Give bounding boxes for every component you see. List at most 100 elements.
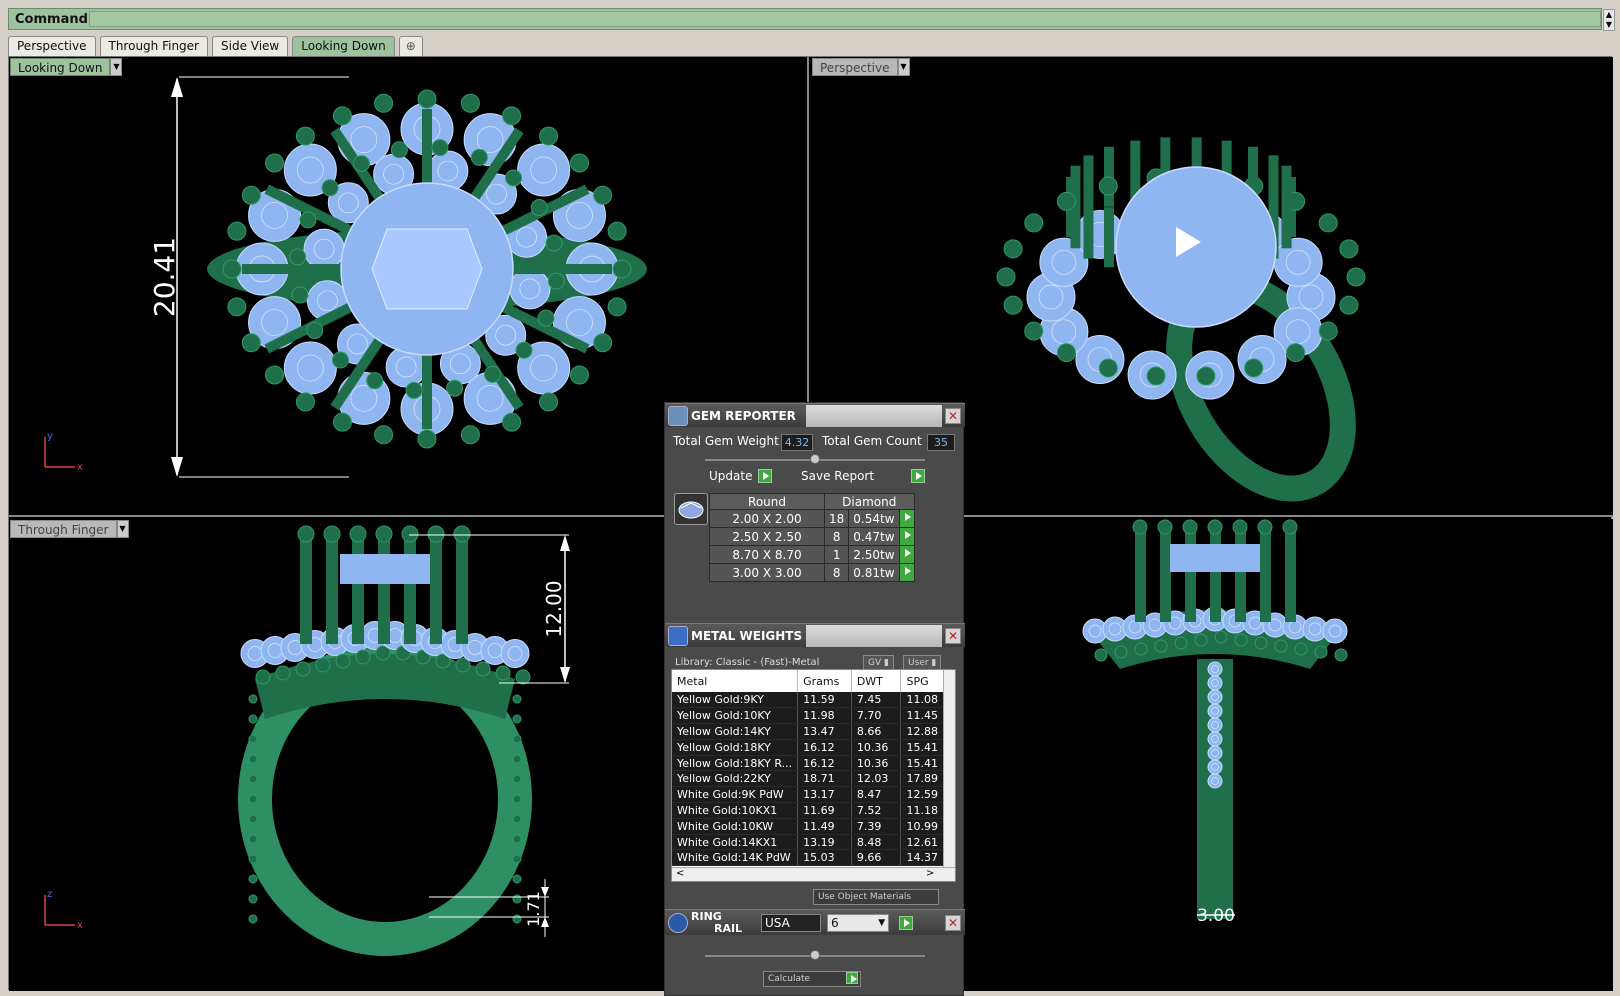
gem-size-cell: 2.00 X 2.00: [709, 509, 825, 528]
metal-row[interactable]: White Gold:10KW 11.49 7.39 10.99: [672, 818, 944, 835]
total-count-value: 35: [927, 434, 955, 451]
plus-icon[interactable]: ⊕: [398, 36, 423, 56]
metal-column-header[interactable]: Metal: [672, 670, 799, 692]
tab-perspective[interactable]: Perspective: [8, 36, 96, 56]
save-report-button[interactable]: Save Report: [801, 469, 925, 483]
ring-perspective-view: [996, 137, 1366, 502]
ring-size-select[interactable]: 6 ▼: [827, 913, 889, 932]
metal-cell: 7.70: [851, 707, 902, 725]
viewport-label-perspective[interactable]: Perspective ▼: [812, 58, 910, 76]
play-icon[interactable]: [898, 509, 915, 528]
gem-count-cell: 18: [823, 509, 850, 528]
slider-knob[interactable]: [810, 950, 820, 960]
ring-standard-field[interactable]: USA: [761, 913, 821, 932]
gem-weight-cell: 2.50tw: [848, 545, 900, 564]
library-label: Library: Classic - (Fast)-Metal: [675, 657, 820, 668]
chevron-down-icon[interactable]: ▼: [897, 58, 910, 76]
metal-cell: 12.03: [851, 770, 902, 788]
gem-count-cell: 8: [823, 527, 850, 546]
gem-row[interactable]: 8.70 X 8.70 1 2.50tw: [709, 545, 915, 564]
tab-looking-down[interactable]: Looking Down: [292, 36, 395, 56]
metal-cell: 7.52: [851, 802, 902, 819]
metal-weights-header[interactable]: METAL WEIGHTS ✕: [665, 623, 965, 647]
metal-row[interactable]: White Gold:14KX1 13.19 8.48 12.61: [672, 834, 944, 851]
metal-cell: 13.17: [797, 786, 852, 804]
metal-cell: 8.66: [851, 723, 902, 740]
ring-front-view: [238, 525, 532, 956]
gem-panel: GEM REPORTER ✕ Total Gem Weight 4.32 Tot…: [664, 402, 965, 996]
gem-table: Round Diamond 2.00 X 2.00 18 0.54tw 2.50 X …: [709, 493, 915, 582]
metal-cell: 11.08: [900, 692, 944, 709]
metal-cell: 7.39: [851, 818, 902, 835]
metal-cell: 11.49: [797, 818, 852, 835]
metal-cell: White Gold:14K PdW: [672, 849, 799, 867]
ring-rail-header[interactable]: RING RAIL USA 6 ▼ ✕: [665, 909, 965, 935]
dimension-label: 3.00: [1197, 906, 1235, 926]
gem-weight-cell: 0.47tw: [848, 527, 900, 546]
metal-cell: 10.36: [851, 755, 902, 772]
chevron-down-icon[interactable]: ▼: [116, 520, 129, 538]
total-count-label: Total Gem Count: [822, 434, 922, 448]
metal-cell: Yellow Gold:10KY: [672, 707, 799, 725]
metal-row[interactable]: Yellow Gold:22KY 18.71 12.03 17.89: [672, 770, 944, 788]
update-button[interactable]: Update: [709, 469, 773, 483]
play-icon[interactable]: [911, 469, 925, 483]
close-icon[interactable]: ✕: [945, 407, 961, 424]
ring-rail-icon: [668, 912, 688, 933]
metal-row[interactable]: Yellow Gold:14KY 13.47 8.66 12.88: [672, 723, 944, 740]
close-icon[interactable]: ✕: [945, 914, 961, 931]
svg-text:y: y: [47, 431, 53, 442]
play-icon[interactable]: [899, 915, 913, 930]
gem-row[interactable]: 2.50 X 2.50 8 0.47tw: [709, 527, 915, 546]
metal-cell: White Gold:10KX1: [672, 802, 799, 819]
metal-cell: 10.36: [851, 739, 902, 756]
metal-table-container[interactable]: Metal Grams DWT SPG Yellow Gold:9KY 11.59 7.4…: [671, 669, 956, 882]
metal-row[interactable]: Yellow Gold:18KY 16.12 10.36 15.41: [672, 739, 944, 756]
gem-reporter-icon: [668, 405, 688, 426]
metal-table: Metal Grams DWT SPG Yellow Gold:9KY 11.59 7.4…: [672, 670, 944, 867]
play-icon[interactable]: [898, 545, 915, 564]
metal-row[interactable]: White Gold:9K PdW 13.17 8.47 12.59: [672, 786, 944, 804]
viewport-label-looking-down[interactable]: Looking Down ▼: [10, 58, 123, 76]
total-weight-label: Total Gem Weight: [673, 434, 779, 448]
gem-row[interactable]: 2.00 X 2.00 18 0.54tw: [709, 509, 915, 528]
metal-cell: 12.61: [900, 834, 944, 851]
slider-knob[interactable]: [810, 454, 820, 464]
gem-weight-cell: 0.54tw: [848, 509, 900, 528]
metal-cell: White Gold:14KX1: [672, 834, 799, 851]
play-icon[interactable]: [898, 527, 915, 546]
metal-cell: Yellow Gold:14KY: [672, 723, 799, 740]
calculate-button[interactable]: Calculate: [763, 971, 861, 987]
metal-row[interactable]: White Gold:14K PdW 15.03 9.66 14.37: [672, 849, 944, 867]
metal-cell: Yellow Gold:18KY R...: [672, 755, 799, 772]
close-icon[interactable]: ✕: [945, 627, 961, 644]
gem-reporter-header[interactable]: GEM REPORTER ✕: [665, 403, 965, 427]
use-object-materials-button[interactable]: Use Object Materials: [813, 889, 939, 905]
metal-column-header[interactable]: Grams: [797, 670, 852, 692]
viewport-label-through-finger[interactable]: Through Finger ▼: [10, 520, 129, 538]
metal-row[interactable]: Yellow Gold:18KY R... 16.12 10.36 15.41: [672, 755, 944, 772]
material-header: Diamond: [824, 493, 915, 510]
command-scroll-icon[interactable]: ▲ ▼: [1603, 9, 1615, 31]
vertical-scrollbar[interactable]: [943, 670, 955, 868]
command-input[interactable]: [89, 11, 1601, 27]
metal-column-header[interactable]: DWT: [851, 670, 902, 692]
tab-side-view[interactable]: Side View: [212, 36, 289, 56]
horizontal-scrollbar[interactable]: < >: [672, 867, 955, 881]
metal-cell: Yellow Gold:22KY: [672, 770, 799, 788]
metal-row[interactable]: Yellow Gold:10KY 11.98 7.70 11.45: [672, 707, 944, 725]
play-icon[interactable]: [898, 563, 915, 582]
metal-cell: Yellow Gold:18KY: [672, 739, 799, 756]
metal-cell: 15.03: [797, 849, 852, 867]
chevron-down-icon[interactable]: ▼: [110, 58, 123, 76]
tab-through-finger[interactable]: Through Finger: [99, 36, 208, 56]
play-icon[interactable]: [758, 469, 773, 483]
metal-row[interactable]: Yellow Gold:9KY 11.59 7.45 11.08: [672, 692, 944, 709]
gem-count-cell: 1: [823, 545, 850, 564]
gem-row[interactable]: 3.00 X 3.00 8 0.81tw: [709, 563, 915, 582]
metal-cell: White Gold:9K PdW: [672, 786, 799, 804]
metal-row[interactable]: White Gold:10KX1 11.69 7.52 11.18: [672, 802, 944, 819]
metal-column-header[interactable]: SPG: [900, 670, 944, 692]
dimension-label-top: 12.00: [542, 580, 566, 637]
gem-reporter-title: GEM REPORTER: [691, 408, 796, 423]
